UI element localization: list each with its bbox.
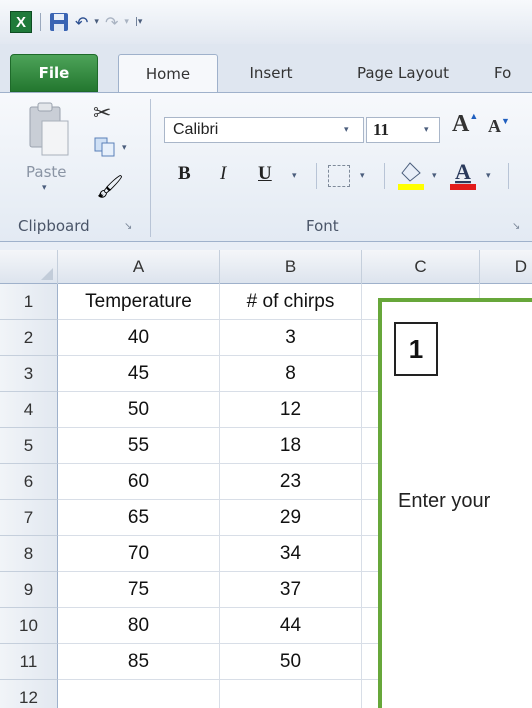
- paste-button-label[interactable]: Paste: [26, 163, 67, 181]
- row-header[interactable]: 2: [0, 320, 58, 356]
- italic-button[interactable]: I: [220, 163, 226, 185]
- column-header-a[interactable]: A: [58, 250, 220, 284]
- font-group-label: Font: [306, 217, 339, 235]
- cell-a[interactable]: 60: [58, 464, 220, 500]
- paste-dropdown-icon[interactable]: ▾: [42, 183, 47, 193]
- cell-b[interactable]: 12: [220, 392, 362, 428]
- font-name-dropdown-icon[interactable]: ▾: [344, 117, 349, 143]
- row-header[interactable]: 10: [0, 608, 58, 644]
- column-header-c[interactable]: C: [362, 250, 480, 284]
- toolbar-divider: [40, 13, 41, 31]
- svg-text:A: A: [455, 159, 471, 184]
- quick-access-toolbar: X ↶ ▾ ↷ ▾ |▾: [0, 0, 532, 44]
- cell-b[interactable]: 37: [220, 572, 362, 608]
- tab-insert[interactable]: Insert: [236, 54, 306, 92]
- row-header[interactable]: 6: [0, 464, 58, 500]
- borders-icon[interactable]: [328, 165, 350, 187]
- toolbar-divider: [508, 163, 509, 189]
- cell-a[interactable]: 45: [58, 356, 220, 392]
- cell-a[interactable]: 65: [58, 500, 220, 536]
- cell-a[interactable]: 70: [58, 536, 220, 572]
- cell-a[interactable]: 85: [58, 644, 220, 680]
- grow-font-icon[interactable]: A▲: [452, 111, 478, 138]
- row-header[interactable]: 9: [0, 572, 58, 608]
- copy-icon[interactable]: [94, 137, 116, 157]
- redo-icon[interactable]: ↷: [105, 11, 118, 33]
- tab-formulas[interactable]: Fo: [494, 54, 532, 92]
- bold-button[interactable]: B: [178, 163, 191, 185]
- undo-icon[interactable]: ↶: [75, 11, 88, 33]
- redo-dropdown-icon[interactable]: ▾: [124, 17, 129, 27]
- ribbon-tabs: File Home Insert Page Layout Fo: [0, 44, 532, 93]
- toolbar-divider: [316, 163, 317, 189]
- cell-b[interactable]: 8: [220, 356, 362, 392]
- column-header-d[interactable]: D: [480, 250, 532, 284]
- row-header[interactable]: 8: [0, 536, 58, 572]
- fill-color-icon[interactable]: [396, 159, 426, 191]
- row-header[interactable]: 3: [0, 356, 58, 392]
- cell-b[interactable]: 44: [220, 608, 362, 644]
- cell-b[interactable]: 29: [220, 500, 362, 536]
- tab-home[interactable]: Home: [118, 54, 218, 93]
- fill-color-dropdown-icon[interactable]: ▾: [432, 171, 437, 181]
- font-color-dropdown-icon[interactable]: ▾: [486, 171, 491, 181]
- row-header[interactable]: 11: [0, 644, 58, 680]
- borders-dropdown-icon[interactable]: ▾: [360, 171, 365, 181]
- customize-toolbar-icon[interactable]: |▾: [135, 17, 143, 27]
- font-name-select[interactable]: Calibri: [164, 117, 364, 143]
- row-header[interactable]: 4: [0, 392, 58, 428]
- shrink-font-icon[interactable]: A▼: [488, 116, 510, 137]
- underline-dropdown-icon[interactable]: ▾: [292, 171, 297, 181]
- cell-b[interactable]: [220, 680, 362, 708]
- cell-a[interactable]: 55: [58, 428, 220, 464]
- toolbar-divider: [384, 163, 385, 189]
- ribbon-home: Paste ▾ ✂ ▾ 🖌 Clipboard ↘ Calibri ▾ 11 ▾…: [0, 92, 532, 242]
- column-headers: A B C D: [0, 250, 532, 284]
- format-painter-icon[interactable]: 🖌: [96, 175, 124, 200]
- clipboard-launcher-icon[interactable]: ↘: [124, 221, 132, 232]
- cell-b[interactable]: # of chirps: [220, 284, 362, 320]
- clipboard-group-label: Clipboard: [18, 217, 90, 235]
- underline-button[interactable]: U: [258, 163, 272, 185]
- instruction-text: Enter your: [398, 490, 491, 512]
- column-header-b[interactable]: B: [220, 250, 362, 284]
- tab-page-layout[interactable]: Page Layout: [338, 54, 468, 92]
- font-color-icon[interactable]: A: [448, 159, 478, 191]
- cell-a[interactable]: 50: [58, 392, 220, 428]
- group-divider: [150, 99, 151, 237]
- paste-icon[interactable]: [26, 101, 70, 157]
- cell-a[interactable]: Temperature: [58, 284, 220, 320]
- row-header[interactable]: 12: [0, 680, 58, 708]
- font-launcher-icon[interactable]: ↘: [512, 221, 520, 232]
- save-icon[interactable]: [49, 11, 69, 33]
- cell-a[interactable]: 75: [58, 572, 220, 608]
- cell-a[interactable]: 80: [58, 608, 220, 644]
- font-size-dropdown-icon[interactable]: ▾: [424, 117, 429, 143]
- tab-file[interactable]: File: [10, 54, 98, 92]
- cell-b[interactable]: 18: [220, 428, 362, 464]
- row-header[interactable]: 5: [0, 428, 58, 464]
- excel-window: X ↶ ▾ ↷ ▾ |▾ File Home Insert Page Layou…: [0, 0, 532, 708]
- copy-dropdown-icon[interactable]: ▾: [122, 143, 127, 153]
- step-number-badge: 1: [394, 322, 438, 376]
- cell-b[interactable]: 50: [220, 644, 362, 680]
- instruction-callout: 1 Enter your: [378, 298, 532, 708]
- cell-a[interactable]: [58, 680, 220, 708]
- cell-b[interactable]: 23: [220, 464, 362, 500]
- row-header[interactable]: 1: [0, 284, 58, 320]
- cell-b[interactable]: 3: [220, 320, 362, 356]
- excel-logo-icon[interactable]: X: [10, 11, 32, 33]
- select-all-button[interactable]: [0, 250, 58, 284]
- row-header[interactable]: 7: [0, 500, 58, 536]
- cut-icon[interactable]: ✂: [93, 101, 111, 126]
- cell-a[interactable]: 40: [58, 320, 220, 356]
- cell-b[interactable]: 34: [220, 536, 362, 572]
- undo-dropdown-icon[interactable]: ▾: [94, 17, 99, 27]
